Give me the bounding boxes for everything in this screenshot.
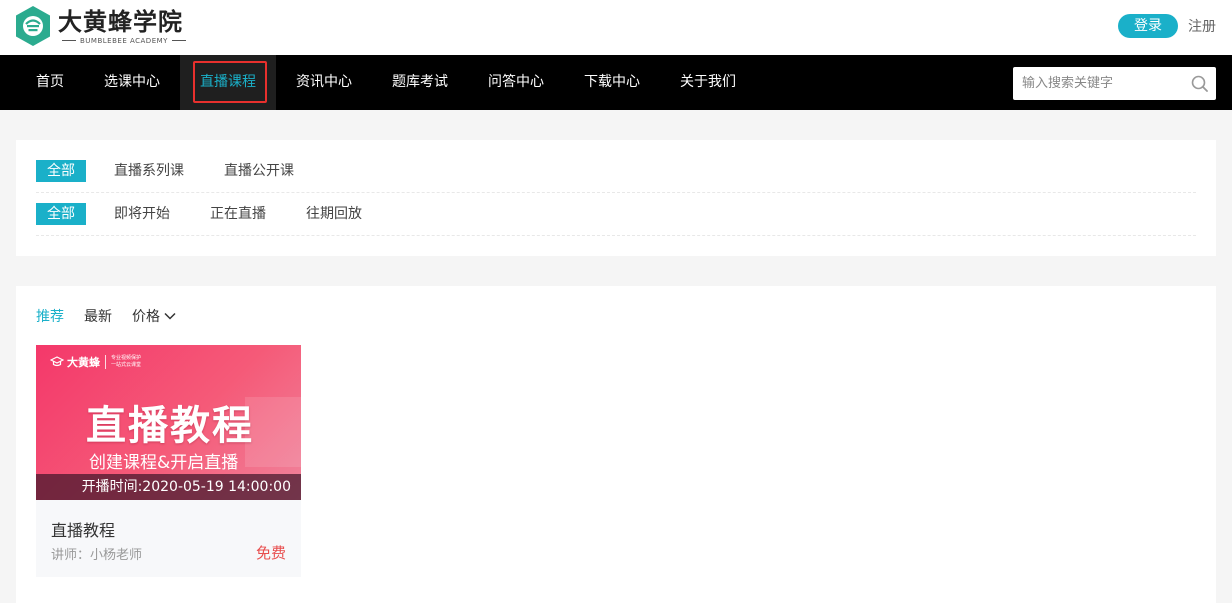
sort-price-label: 价格 xyxy=(132,309,160,325)
graduation-cap-icon xyxy=(50,356,64,367)
filter-panel: 全部 直播系列课 直播公开课 全部 即将开始 正在直播 往期回放 xyxy=(16,140,1216,256)
sort-bar: 推荐 最新 价格 xyxy=(36,306,196,326)
filter-type-all[interactable]: 全部 xyxy=(36,160,86,182)
nav-item-downloads[interactable]: 下载中心 xyxy=(584,55,640,110)
brand-title: 大黄蜂学院 xyxy=(58,7,183,36)
sort-price[interactable]: 价格 xyxy=(132,306,176,326)
course-card[interactable]: 大黄蜂 专业视频保护 一站式云课堂 直播教程 创建课程&开启直播 开播时间:20… xyxy=(36,345,301,577)
nav-item-qa[interactable]: 问答中心 xyxy=(488,55,544,110)
thumbnail-subtitle: 创建课程&开启直播 xyxy=(89,453,239,473)
course-title[interactable]: 直播教程 xyxy=(51,517,115,541)
sort-recommended[interactable]: 推荐 xyxy=(36,306,64,326)
nav-item-live-courses[interactable]: 直播课程 xyxy=(180,55,276,110)
filter-row-type: 全部 直播系列课 直播公开课 xyxy=(36,150,1196,193)
filter-type-series[interactable]: 直播系列课 xyxy=(114,160,184,182)
nav-item-home[interactable]: 首页 xyxy=(36,55,64,110)
filter-status-upcoming[interactable]: 即将开始 xyxy=(114,203,170,225)
course-teacher: 讲师：小杨老师 xyxy=(51,548,143,563)
nav-item-about[interactable]: 关于我们 xyxy=(680,55,736,110)
main-nav: 首页 选课中心 直播课程 资讯中心 题库考试 问答中心 下载中心 关于我们 xyxy=(0,55,1232,110)
thumbnail-title: 直播教程 xyxy=(86,403,254,449)
login-button[interactable]: 登录 xyxy=(1118,14,1178,38)
nav-item-course-center[interactable]: 选课中心 xyxy=(104,55,160,110)
site-header: 大黄蜂学院 BUMBLEBEE ACADEMY 登录 注册 xyxy=(0,0,1232,55)
filter-status-all[interactable]: 全部 xyxy=(36,203,86,225)
chevron-down-icon xyxy=(164,312,176,320)
thumbnail-brand: 大黄蜂 专业视频保护 一站式云课堂 xyxy=(50,354,141,370)
filter-row-status: 全部 即将开始 正在直播 往期回放 xyxy=(36,193,1196,236)
sort-newest[interactable]: 最新 xyxy=(84,306,112,326)
register-link[interactable]: 注册 xyxy=(1188,16,1216,36)
filter-type-public[interactable]: 直播公开课 xyxy=(224,160,294,182)
course-list-panel: 推荐 最新 价格 大黄蜂 专业视频保护 一站式云课堂 直播教程 创建课程&开启直… xyxy=(16,286,1216,603)
course-thumbnail[interactable]: 大黄蜂 专业视频保护 一站式云课堂 直播教程 创建课程&开启直播 开播时间:20… xyxy=(36,345,301,500)
nav-item-exams[interactable]: 题库考试 xyxy=(392,55,448,110)
filter-status-replay[interactable]: 往期回放 xyxy=(306,203,362,225)
site-logo[interactable]: 大黄蜂学院 BUMBLEBEE ACADEMY xyxy=(14,5,190,47)
search-box xyxy=(1013,67,1216,100)
search-icon[interactable] xyxy=(1191,75,1208,92)
brand-subtitle: BUMBLEBEE ACADEMY xyxy=(58,37,190,45)
auth-area: 登录 注册 xyxy=(1118,14,1216,38)
active-highlight-box xyxy=(193,61,267,103)
nav-item-news[interactable]: 资讯中心 xyxy=(296,55,352,110)
course-price: 免费 xyxy=(255,544,286,562)
start-time-bar: 开播时间:2020-05-19 14:00:00 xyxy=(36,474,301,500)
bee-logo-icon xyxy=(14,5,52,47)
filter-status-live[interactable]: 正在直播 xyxy=(210,203,266,225)
search-input[interactable] xyxy=(1013,67,1183,100)
